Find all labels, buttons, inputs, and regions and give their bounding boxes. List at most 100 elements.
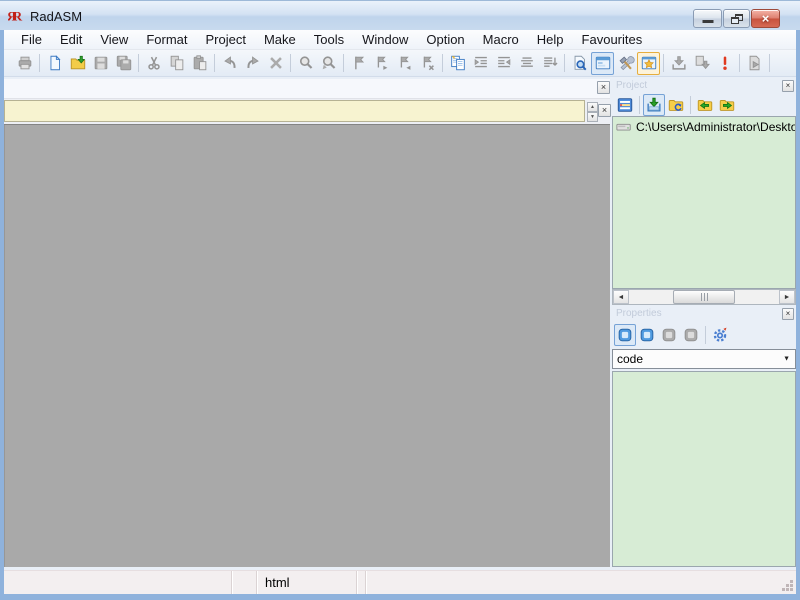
main-toolbar [4, 50, 796, 77]
toolbar-separator [690, 95, 691, 114]
redo-button [241, 52, 264, 75]
flag-clear-icon [419, 54, 437, 72]
sort-button [538, 52, 561, 75]
stop-button[interactable] [713, 52, 736, 75]
scrollbar-thumb[interactable] [673, 290, 735, 304]
folder-refresh-icon [667, 96, 685, 114]
add-to-project-button[interactable] [643, 93, 665, 116]
new-file-button[interactable] [43, 52, 66, 75]
status-cell-3: html [257, 571, 357, 594]
menu-item-help[interactable]: Help [528, 30, 573, 49]
menu-item-make[interactable]: Make [255, 30, 305, 49]
exclamation-icon [716, 54, 734, 72]
find-in-files-button[interactable] [568, 52, 591, 75]
outdent-button [492, 52, 515, 75]
restore-button[interactable] [723, 9, 750, 28]
toggle-bookmark-button [347, 52, 370, 75]
scroll-right-button[interactable]: ► [779, 290, 795, 304]
properties-pane-close-button[interactable]: × [782, 308, 794, 320]
new-doc-icon [46, 54, 64, 72]
find-replace-button [317, 52, 340, 75]
horizontal-scrollbar[interactable]: ◄ ► [612, 289, 796, 305]
folder-path-label: C:\Users\Administrator\Desktop [636, 120, 795, 134]
restore-icon [730, 13, 743, 24]
templates-button[interactable] [637, 51, 660, 75]
floppy-all-icon [115, 54, 133, 72]
menu-item-macro[interactable]: Macro [474, 30, 528, 49]
scroll-left-button[interactable]: ◄ [613, 290, 629, 304]
menu-item-option[interactable]: Option [417, 30, 473, 49]
title-bar: R R RadASM × [0, 0, 800, 30]
output-field[interactable] [4, 100, 585, 122]
view-dialog-button[interactable] [614, 324, 636, 346]
project-toolbar [612, 93, 796, 116]
toolbar-separator [663, 54, 664, 72]
floppy-icon [92, 54, 110, 72]
project-pane-close-button[interactable]: × [782, 80, 794, 92]
docked-toolbar-strip: × [4, 79, 610, 99]
menu-item-window[interactable]: Window [353, 30, 417, 49]
copy-button [165, 52, 188, 75]
toolbar-separator [564, 54, 565, 72]
window-title: RadASM [30, 9, 83, 24]
dock-close-button[interactable]: × [597, 81, 610, 94]
toolbar-separator [138, 54, 139, 72]
run-doc-icon [746, 54, 764, 72]
project-properties-button[interactable] [614, 94, 636, 116]
minimize-icon [702, 20, 713, 23]
close-button[interactable]: × [751, 9, 780, 28]
folder-back-button[interactable] [694, 94, 716, 116]
properties-list[interactable] [612, 371, 796, 567]
toolbar-separator [214, 54, 215, 72]
output-spinner[interactable]: ▲ ▼ [587, 102, 598, 122]
toolbar-separator [769, 54, 770, 72]
import-tray-icon [645, 96, 663, 114]
menu-item-format[interactable]: Format [137, 30, 196, 49]
open-file-button[interactable] [66, 52, 89, 75]
close-icon: × [601, 105, 608, 115]
menu-item-tools[interactable]: Tools [305, 30, 353, 49]
menu-item-file[interactable]: File [12, 30, 51, 49]
scroll-left-icon: ◄ [617, 293, 625, 301]
folder-arrow-left-icon [696, 96, 714, 114]
menu-item-edit[interactable]: Edit [51, 30, 91, 49]
view-resources-button [680, 324, 702, 346]
view-controls-button[interactable] [636, 324, 658, 346]
file-browser-item[interactable]: C:\Users\Administrator\Desktop [613, 117, 795, 137]
spin-up-icon[interactable]: ▲ [587, 102, 598, 112]
folder-arrow-right-icon [718, 96, 736, 114]
clear-bookmarks-button [416, 52, 439, 75]
printer-icon [16, 54, 34, 72]
folder-forward-button[interactable] [716, 94, 738, 116]
menu-item-favourites[interactable]: Favourites [573, 30, 652, 49]
code-section-combobox[interactable]: code ▼ [612, 349, 796, 369]
toolbar-separator [290, 54, 291, 72]
work-area: × ▲ ▼ × Project × C:\Users\Administrator… [4, 79, 796, 567]
properties-pane-caption: Properties × [612, 307, 796, 321]
tools-button[interactable] [614, 52, 637, 75]
scrollbar-track[interactable] [629, 290, 779, 304]
dialog-editor-button[interactable] [591, 51, 614, 75]
menu-item-project[interactable]: Project [196, 30, 254, 49]
close-icon: × [785, 81, 791, 90]
explore-folder-button[interactable] [665, 94, 687, 116]
assemble-button [667, 52, 690, 75]
output-close-button[interactable]: × [598, 104, 611, 117]
resize-grip[interactable] [790, 588, 793, 591]
spin-down-icon[interactable]: ▼ [587, 112, 598, 122]
combobox-value: code [617, 352, 644, 366]
menu-item-view[interactable]: View [91, 30, 137, 49]
next-bookmark-button [370, 52, 393, 75]
scissors-icon [145, 54, 163, 72]
status-cell-2 [232, 571, 257, 594]
minimize-button[interactable] [693, 9, 722, 28]
pages-arrow-down-icon [693, 54, 711, 72]
close-icon: × [761, 11, 770, 26]
file-browser[interactable]: C:\Users\Administrator\Desktop [612, 116, 796, 289]
menu-bar: File Edit View Format Project Make Tools Window… [4, 30, 796, 50]
close-icon: × [785, 309, 791, 318]
copy-formatted-button[interactable] [446, 52, 469, 75]
toolbar-separator [39, 54, 40, 72]
sync-properties-button[interactable] [709, 324, 731, 346]
pages-color-icon [449, 54, 467, 72]
